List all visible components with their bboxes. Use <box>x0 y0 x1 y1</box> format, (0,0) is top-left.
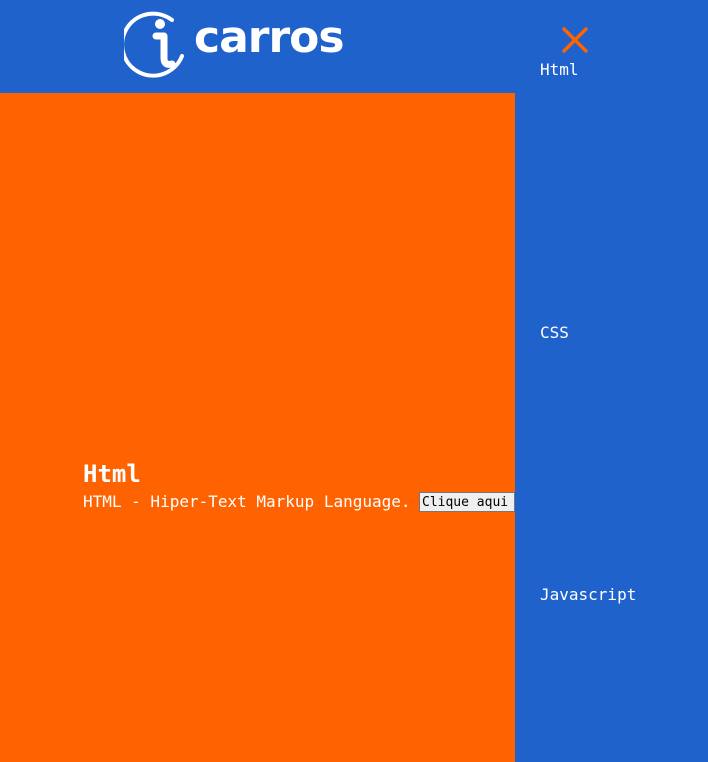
logo-text: carros <box>194 12 345 63</box>
content-title: Html <box>83 460 141 488</box>
menu-item-javascript[interactable]: Javascript <box>540 585 636 604</box>
header: carros <box>0 0 708 93</box>
close-button[interactable] <box>560 25 590 55</box>
content-description: HTML - Hiper-Text Markup Language. <box>83 492 411 511</box>
content-panel: Html HTML - Hiper-Text Markup Language. … <box>0 93 515 762</box>
click-here-button[interactable]: Clique aqui <box>419 492 515 512</box>
menu-item-html[interactable]: Html <box>540 60 579 79</box>
close-icon <box>562 27 588 53</box>
icarros-logo[interactable]: carros <box>124 8 345 80</box>
logo-i-icon <box>124 11 184 78</box>
menu-item-css[interactable]: CSS <box>540 323 569 342</box>
